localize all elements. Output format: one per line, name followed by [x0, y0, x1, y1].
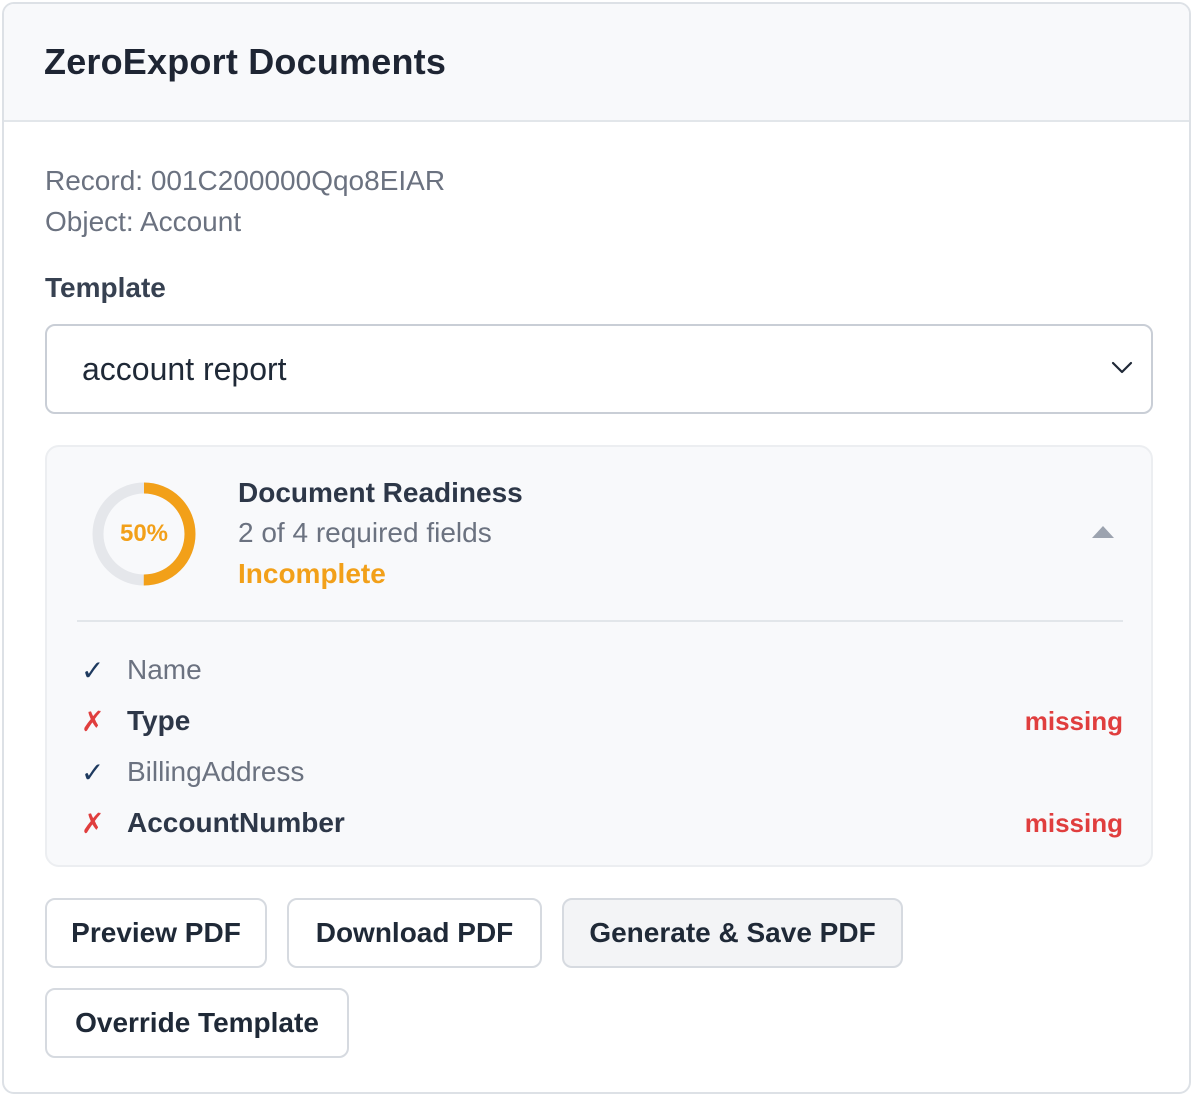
chevron-down-icon: [1111, 361, 1133, 374]
document-readiness-panel: 50% Document Readiness 2 of 4 required f…: [45, 445, 1153, 867]
field-row-accountnumber: ✗ AccountNumber missing: [77, 803, 1123, 843]
record-meta: Record: 001C200000Qqo8EIAR Object: Accou…: [45, 160, 445, 242]
field-status-missing: missing: [1024, 807, 1123, 838]
template-select-value: account report: [82, 350, 287, 387]
readiness-percent: 50%: [119, 520, 169, 547]
field-row-type: ✗ Type missing: [77, 701, 1123, 741]
cross-icon: ✗: [81, 705, 105, 737]
check-icon: ✓: [81, 756, 105, 788]
object-type: Object: Account: [45, 206, 242, 237]
record-id: Record: 001C200000Qqo8EIAR: [45, 165, 446, 196]
chevron-up-icon[interactable]: [1091, 525, 1115, 539]
download-pdf-button[interactable]: Download PDF: [287, 898, 542, 968]
field-name: Type: [127, 705, 191, 736]
readiness-divider: [77, 620, 1123, 622]
check-icon: ✓: [81, 654, 105, 686]
template-label: Template: [45, 272, 166, 303]
field-name: BillingAddress: [127, 756, 305, 787]
field-name: AccountNumber: [127, 807, 345, 838]
preview-pdf-button[interactable]: Preview PDF: [45, 898, 267, 968]
override-template-button[interactable]: Override Template: [45, 988, 349, 1058]
cross-icon: ✗: [81, 807, 105, 839]
field-row-name: ✓ Name: [77, 650, 1123, 690]
readiness-title: Document Readiness: [238, 477, 523, 508]
generate-save-pdf-button[interactable]: Generate & Save PDF: [562, 898, 903, 968]
readiness-count: 2 of 4 required fields: [238, 517, 492, 548]
readiness-status: Incomplete: [238, 558, 386, 589]
card-header: ZeroExport Documents: [4, 4, 1189, 122]
field-row-billingaddress: ✓ BillingAddress: [77, 752, 1123, 792]
field-status-missing: missing: [1024, 705, 1123, 736]
card-title: ZeroExport Documents: [44, 41, 447, 82]
field-name: Name: [127, 654, 202, 685]
zeroexport-card: ZeroExport Documents Record: 001C200000Q…: [2, 2, 1191, 1094]
template-select[interactable]: account report: [45, 324, 1153, 414]
